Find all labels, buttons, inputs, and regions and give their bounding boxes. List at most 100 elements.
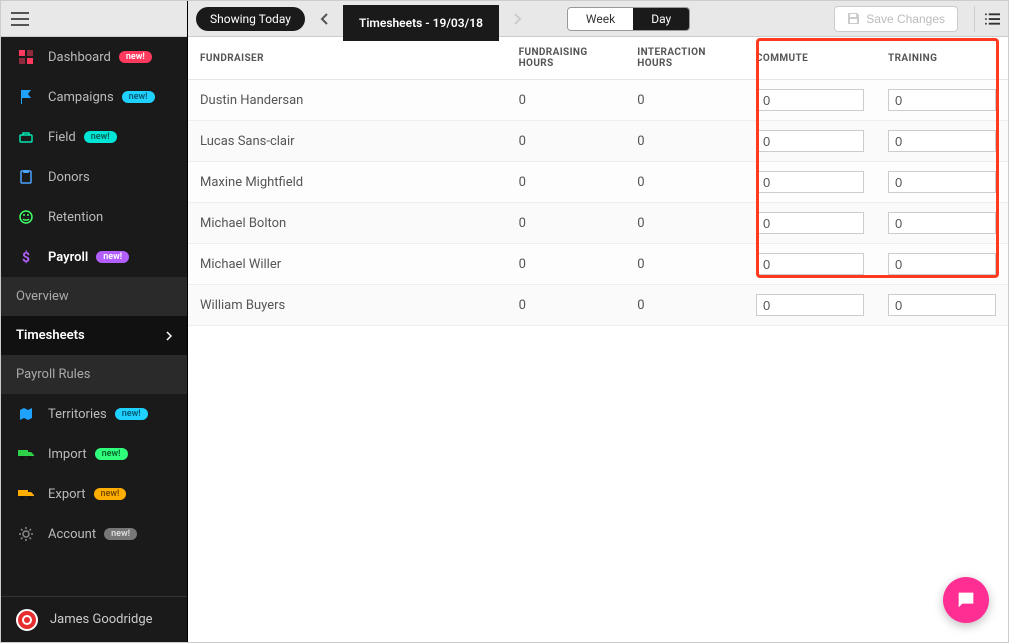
cell-fundraiser: Michael Bolton [188, 203, 507, 244]
sidebar-item-label: Retention [48, 210, 103, 225]
hamburger-icon [11, 12, 29, 26]
sidebar-item-field[interactable]: Field new! [1, 117, 187, 157]
sidebar-item-campaigns[interactable]: Campaigns new! [1, 77, 187, 117]
chevron-right-icon [166, 331, 172, 341]
page-title: Timesheets - 19/03/18 [359, 16, 483, 30]
training-input[interactable] [888, 130, 996, 152]
sidebar-item-territories[interactable]: Territories new! [1, 394, 187, 434]
new-badge: new! [115, 408, 148, 420]
flag-icon [16, 90, 36, 104]
commute-input[interactable] [756, 212, 864, 234]
list-view-button[interactable] [974, 6, 1000, 32]
cell-training [876, 121, 1008, 162]
commute-input[interactable] [756, 130, 864, 152]
cell-fundraising-hours: 0 [507, 162, 626, 203]
sidebar-item-label: Field [48, 130, 76, 145]
sub-item-label: Payroll Rules [16, 367, 90, 382]
sidebar-item-payroll[interactable]: $ Payroll new! [1, 237, 187, 277]
cell-fundraiser: Lucas Sans-clair [188, 121, 507, 162]
sub-item-label: Timesheets [16, 328, 85, 343]
cell-fundraiser: William Buyers [188, 285, 507, 326]
training-input[interactable] [888, 171, 996, 193]
truck-out-icon [16, 488, 36, 500]
training-input[interactable] [888, 294, 996, 316]
training-input[interactable] [888, 89, 996, 111]
sidebar-item-label: Territories [48, 407, 107, 422]
cell-fundraiser: Maxine Mightfield [188, 162, 507, 203]
cell-training [876, 162, 1008, 203]
cell-fundraising-hours: 0 [507, 80, 626, 121]
sidebar-item-label: Export [48, 487, 86, 502]
th-training: Training [876, 37, 1008, 80]
sub-item-overview[interactable]: Overview [1, 277, 187, 316]
sidebar-item-donors[interactable]: Donors [1, 157, 187, 197]
gear-icon [16, 527, 36, 541]
cell-training [876, 244, 1008, 285]
dollar-icon: $ [16, 250, 36, 264]
field-icon [16, 130, 36, 144]
cell-training [876, 80, 1008, 121]
next-day-button[interactable] [505, 6, 531, 32]
svg-text:$: $ [22, 250, 30, 264]
training-input[interactable] [888, 253, 996, 275]
segment-week[interactable]: Week [568, 8, 633, 30]
sidebar-item-label: Payroll [48, 250, 88, 265]
avatar [16, 609, 38, 631]
cell-commute [744, 285, 876, 326]
cell-interaction-hours: 0 [625, 121, 744, 162]
table-row: Dustin Handersan00 [188, 80, 1008, 121]
training-input[interactable] [888, 212, 996, 234]
cell-commute [744, 121, 876, 162]
prev-day-button[interactable] [311, 6, 337, 32]
sidebar-item-label: Donors [48, 170, 90, 185]
sidebar-item-export[interactable]: Exportnew! [1, 474, 187, 514]
sidebar-item-label: Campaigns [48, 90, 114, 105]
new-badge: new! [84, 131, 117, 143]
commute-input[interactable] [756, 89, 864, 111]
clipboard-icon [16, 170, 36, 184]
th-fundraiser: Fundraiser [188, 37, 507, 80]
commute-input[interactable] [756, 171, 864, 193]
cell-fundraising-hours: 0 [507, 285, 626, 326]
sidebar-toggle[interactable] [1, 1, 187, 37]
new-badge: new! [122, 91, 155, 103]
cell-fundraiser: Dustin Handersan [188, 80, 507, 121]
sidebar-user[interactable]: James Goodridge [1, 596, 187, 642]
commute-input[interactable] [756, 253, 864, 275]
sidebar-item-account[interactable]: Accountnew! [1, 514, 187, 554]
save-label: Save Changes [866, 12, 945, 26]
sub-item-payroll-rules[interactable]: Payroll Rules [1, 355, 187, 394]
truck-in-icon [16, 448, 36, 460]
cell-interaction-hours: 0 [625, 285, 744, 326]
th-commute: Commute [744, 37, 876, 80]
save-button[interactable]: Save Changes [834, 6, 958, 32]
chevron-right-icon [514, 13, 522, 25]
segment-day[interactable]: Day [633, 8, 689, 30]
list-icon [985, 13, 1000, 25]
user-name: James Goodridge [50, 612, 153, 627]
page-title-tab: Timesheets - 19/03/18 [343, 5, 499, 41]
sidebar-item-import[interactable]: Importnew! [1, 434, 187, 474]
new-badge: new! [96, 251, 129, 263]
table-row: Lucas Sans-clair00 [188, 121, 1008, 162]
chat-fab[interactable] [943, 577, 989, 623]
cell-fundraising-hours: 0 [507, 244, 626, 285]
sidebar-item-label: Dashboard [48, 50, 111, 65]
new-badge: new! [104, 528, 137, 540]
cell-commute [744, 80, 876, 121]
cell-training [876, 285, 1008, 326]
chat-icon [955, 589, 977, 611]
commute-input[interactable] [756, 294, 864, 316]
sidebar-item-retention[interactable]: Retention [1, 197, 187, 237]
timesheet-table: Fundraiser Fundraising Hours Interaction… [188, 37, 1008, 326]
showing-today-pill[interactable]: Showing Today [196, 7, 305, 31]
th-interaction-hours: Interaction Hours [625, 37, 744, 80]
cell-interaction-hours: 0 [625, 203, 744, 244]
sub-item-timesheets[interactable]: Timesheets [1, 316, 187, 355]
cell-interaction-hours: 0 [625, 244, 744, 285]
cell-training [876, 203, 1008, 244]
cell-fundraiser: Michael Willer [188, 244, 507, 285]
table-row: Maxine Mightfield00 [188, 162, 1008, 203]
new-badge: new! [119, 51, 152, 63]
sidebar-item-dashboard[interactable]: Dashboard new! [1, 37, 187, 77]
